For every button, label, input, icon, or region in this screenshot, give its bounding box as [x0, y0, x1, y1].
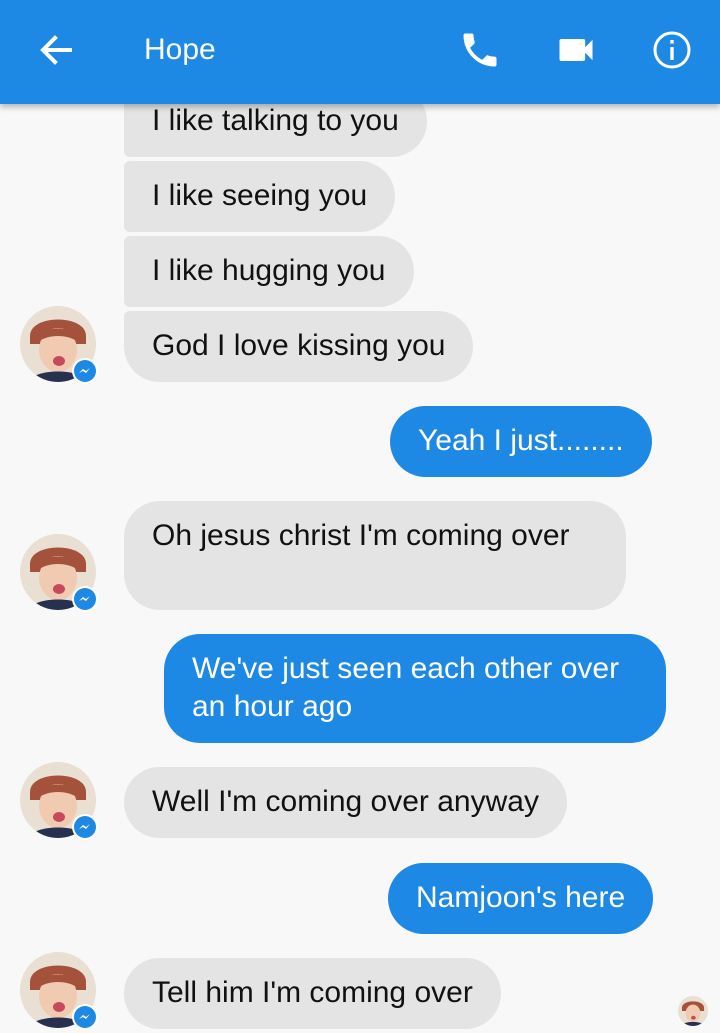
message-bubble-incoming[interactable]: Well I'm coming over anyway: [124, 767, 567, 838]
info-icon[interactable]: [650, 28, 694, 72]
back-arrow-icon[interactable]: [36, 30, 76, 70]
seen-indicator-avatar: [678, 996, 708, 1026]
contact-name[interactable]: Hope: [144, 30, 216, 70]
video-camera-icon[interactable]: [554, 28, 598, 72]
chat-screen: Hope I like talking to you I like seeing…: [0, 0, 720, 1033]
message-bubble-incoming[interactable]: Tell him I'm coming over: [124, 958, 501, 1029]
message-bubble-incoming[interactable]: I like hugging you: [124, 236, 414, 307]
conversation-header: Hope: [0, 0, 720, 104]
message-bubble-incoming[interactable]: God I love kissing you: [124, 311, 474, 382]
message-bubble-incoming[interactable]: Oh jesus christ I'm coming over: [124, 501, 626, 610]
contact-avatar[interactable]: [20, 952, 98, 1030]
message-bubble-incoming[interactable]: I like seeing you: [124, 161, 396, 232]
message-bubble-outgoing[interactable]: Namjoon's here: [388, 863, 654, 934]
messenger-badge-icon: [72, 586, 98, 612]
phone-icon[interactable]: [458, 28, 502, 72]
contact-avatar[interactable]: [20, 534, 98, 612]
message-bubble-outgoing[interactable]: Yeah I just........: [390, 406, 652, 477]
messenger-badge-icon: [72, 1004, 98, 1030]
message-bubble-outgoing[interactable]: We've just seen each other over an hour …: [164, 634, 666, 743]
messenger-badge-icon: [72, 814, 98, 840]
messenger-badge-icon: [72, 358, 98, 384]
contact-avatar[interactable]: [20, 306, 98, 384]
contact-avatar[interactable]: [20, 762, 98, 840]
